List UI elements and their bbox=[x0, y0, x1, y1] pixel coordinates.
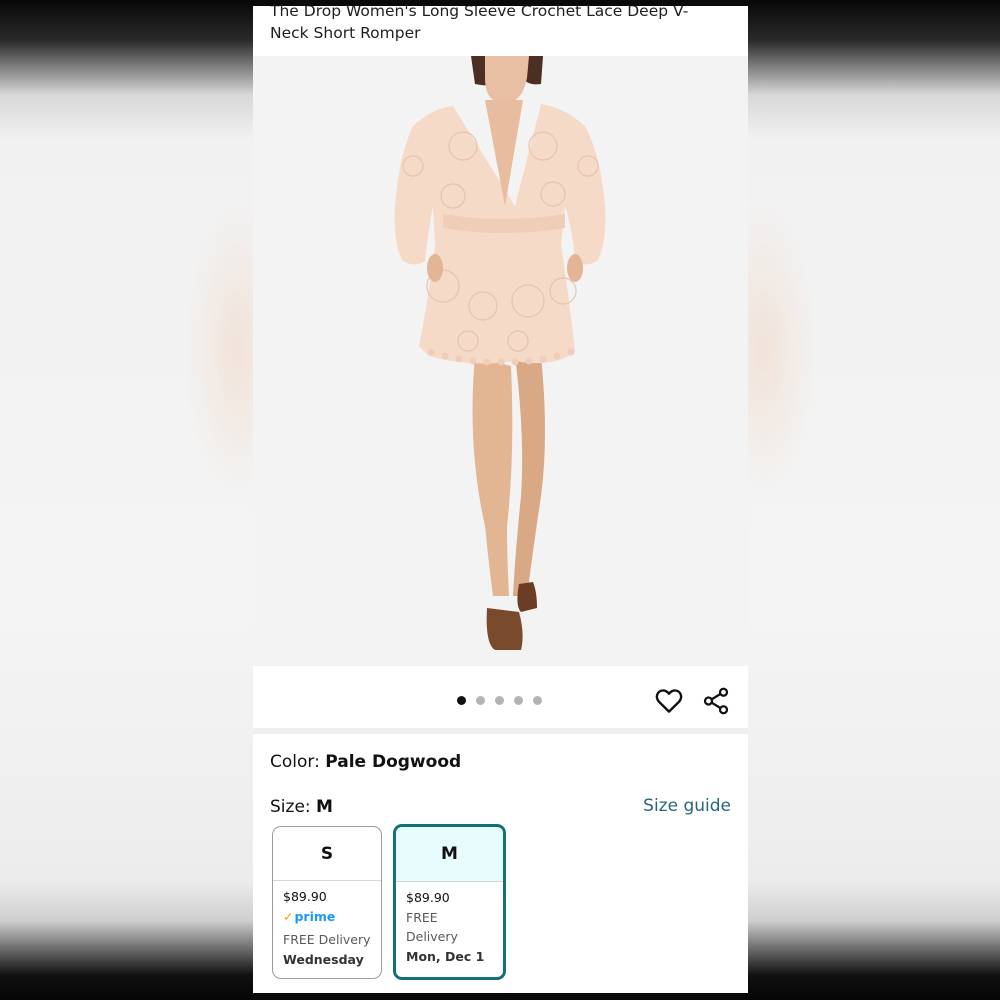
size-label: Size: bbox=[270, 797, 317, 817]
section-divider bbox=[253, 728, 748, 734]
prime-check-icon: ✓ bbox=[283, 908, 294, 924]
size-option-delivery: FREE Delivery bbox=[283, 932, 371, 947]
color-label: Color: bbox=[270, 752, 326, 772]
pagination-dot-1[interactable] bbox=[457, 696, 466, 705]
product-title: The Drop Women's Long Sleeve Crochet Lac… bbox=[270, 6, 689, 42]
pagination-dot-3[interactable] bbox=[495, 696, 504, 705]
pagination-dot-2[interactable] bbox=[476, 696, 485, 705]
product-image[interactable] bbox=[253, 56, 748, 666]
size-option-s[interactable]: S $89.90 ✓prime FREE Delivery Wednesday bbox=[272, 826, 382, 979]
prime-badge: ✓prime bbox=[283, 908, 336, 924]
size-option-price: $89.90 bbox=[283, 889, 327, 904]
size-guide-link[interactable]: Size guide bbox=[643, 796, 731, 816]
blurred-background-right bbox=[748, 0, 1000, 1000]
gallery-controls bbox=[253, 666, 748, 728]
size-option-delivery-date: Wednesday bbox=[283, 951, 364, 967]
size-value: M bbox=[316, 797, 333, 817]
size-option-m[interactable]: M $89.90 FREE Delivery Mon, Dec 1 bbox=[393, 824, 506, 980]
size-option-price: $89.90 bbox=[406, 890, 450, 905]
romper-photo bbox=[253, 56, 748, 666]
size-option-delivery-date: Mon, Dec 1 bbox=[406, 948, 485, 964]
pagination-dot-5[interactable] bbox=[533, 696, 542, 705]
blurred-background-left bbox=[0, 0, 253, 1000]
share-icon[interactable] bbox=[701, 686, 731, 716]
size-option-label: M bbox=[396, 827, 503, 882]
heart-icon[interactable] bbox=[654, 686, 684, 716]
pagination-dot-4[interactable] bbox=[514, 696, 523, 705]
color-selection: Color: Pale Dogwood bbox=[270, 752, 461, 772]
size-option-label: S bbox=[273, 827, 381, 881]
image-pagination[interactable] bbox=[457, 696, 542, 705]
size-selection: Size: M bbox=[270, 797, 333, 817]
product-screen: The Drop Women's Long Sleeve Crochet Lac… bbox=[253, 6, 748, 993]
color-value: Pale Dogwood bbox=[325, 752, 462, 772]
size-option-delivery: FREE Delivery bbox=[406, 909, 458, 945]
